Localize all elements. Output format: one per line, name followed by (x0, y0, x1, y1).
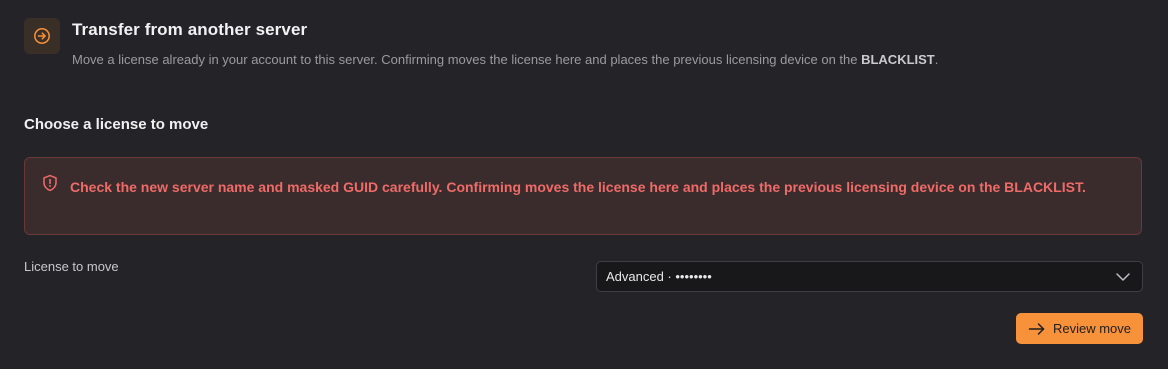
blacklist-emphasis: BLACKLIST (861, 52, 935, 67)
license-field-label: License to move (24, 259, 119, 274)
header-icon-badge (24, 18, 60, 54)
arrow-right-circle-icon (34, 28, 50, 44)
chevron-down-icon (1116, 273, 1130, 281)
license-select[interactable]: Advanced · •••••••• (596, 261, 1143, 292)
section-title: Choose a license to move (24, 116, 209, 133)
page-description: Move a license already in your account t… (72, 52, 938, 67)
review-move-button[interactable]: Review move (1016, 313, 1143, 344)
transfer-license-panel: Transfer from another server Move a lice… (0, 0, 1168, 369)
warning-alert: Check the new server name and masked GUI… (24, 157, 1142, 235)
panel-header: Transfer from another server Move a lice… (24, 18, 1144, 78)
page-title: Transfer from another server (72, 20, 308, 39)
license-select-value: Advanced · •••••••• (606, 269, 712, 284)
alert-message: Check the new server name and masked GUI… (70, 179, 1086, 195)
arrow-right-icon (1028, 322, 1045, 335)
description-text: Move a license already in your account t… (72, 52, 862, 67)
review-move-label: Review move (1052, 321, 1132, 336)
description-suffix: . (934, 52, 939, 67)
shield-alert-icon (43, 174, 57, 192)
